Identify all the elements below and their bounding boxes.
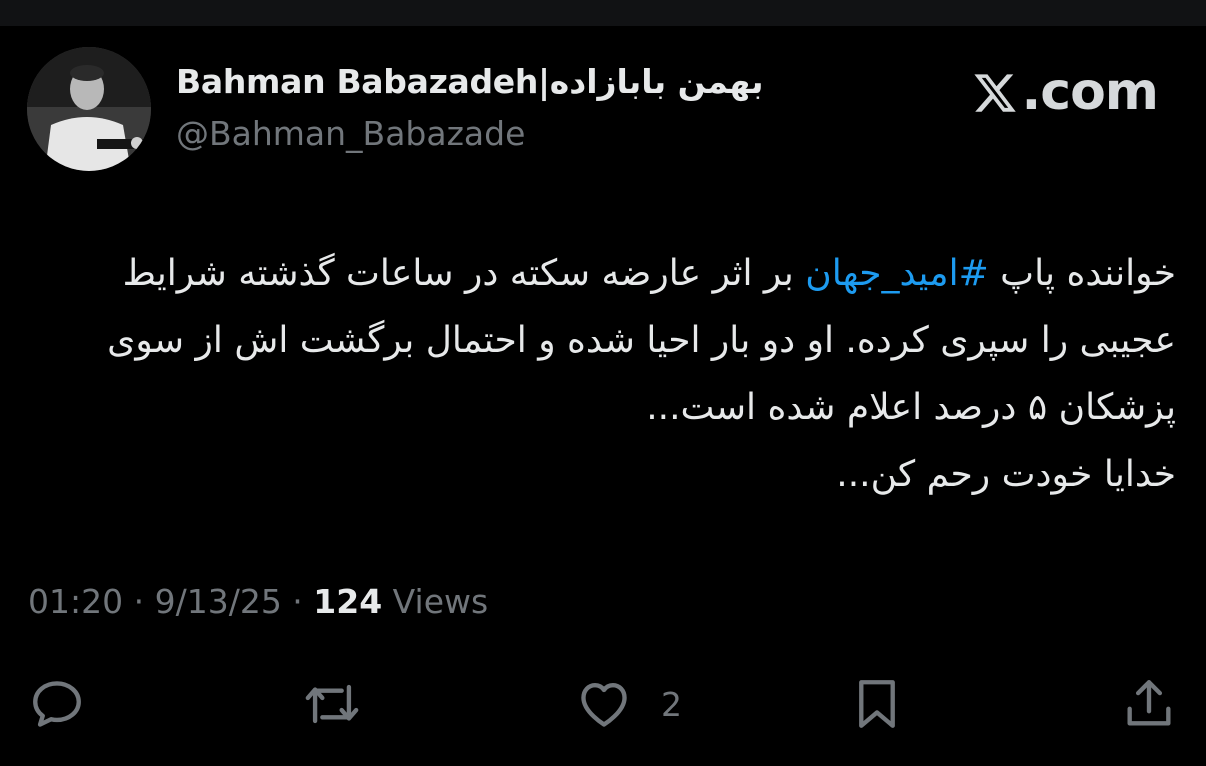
retweet-button[interactable] [301, 668, 363, 740]
meta-separator: · [123, 582, 155, 621]
bookmark-button[interactable] [848, 668, 906, 740]
tweet-text-last-line: خدایا خودت رحم کن... [836, 454, 1176, 495]
tweet-time[interactable]: 01:20 [28, 582, 123, 621]
x-brand: .com [972, 62, 1159, 122]
share-icon [1127, 680, 1171, 726]
tweet-date[interactable]: 9/13/25 [155, 582, 282, 621]
views-count: 124 [313, 582, 383, 621]
avatar-photo [27, 47, 151, 171]
brand-domain: .com [1021, 62, 1159, 122]
reply-button[interactable] [28, 668, 86, 740]
x-logo-icon [972, 69, 1018, 115]
reply-icon [33, 681, 81, 727]
share-button[interactable] [1120, 668, 1178, 740]
tweet-text-part: خواننده پاپ [988, 253, 1176, 294]
author-handle[interactable]: @Bahman_Babazade [176, 114, 525, 153]
views-label: Views [382, 582, 489, 621]
like-button[interactable]: 2 [575, 668, 682, 740]
meta-separator: · [281, 582, 314, 621]
retweet-icon [305, 684, 359, 724]
top-bar [0, 0, 1206, 26]
like-count: 2 [661, 684, 682, 724]
tweet-text: خواننده پاپ #امید_جهان بر اثر عارضه سکته… [40, 240, 1176, 508]
action-bar: 2 [0, 668, 1206, 740]
author-display-name[interactable]: Bahman Babazadeh|بهمن بابازاده [176, 62, 764, 101]
bookmark-icon [859, 680, 895, 728]
hashtag-link[interactable]: #امید_جهان [805, 253, 988, 294]
tweet-meta: 01:20 · 9/13/25 · 124 Views [28, 582, 488, 621]
like-icon [581, 682, 627, 727]
avatar[interactable] [27, 47, 151, 171]
